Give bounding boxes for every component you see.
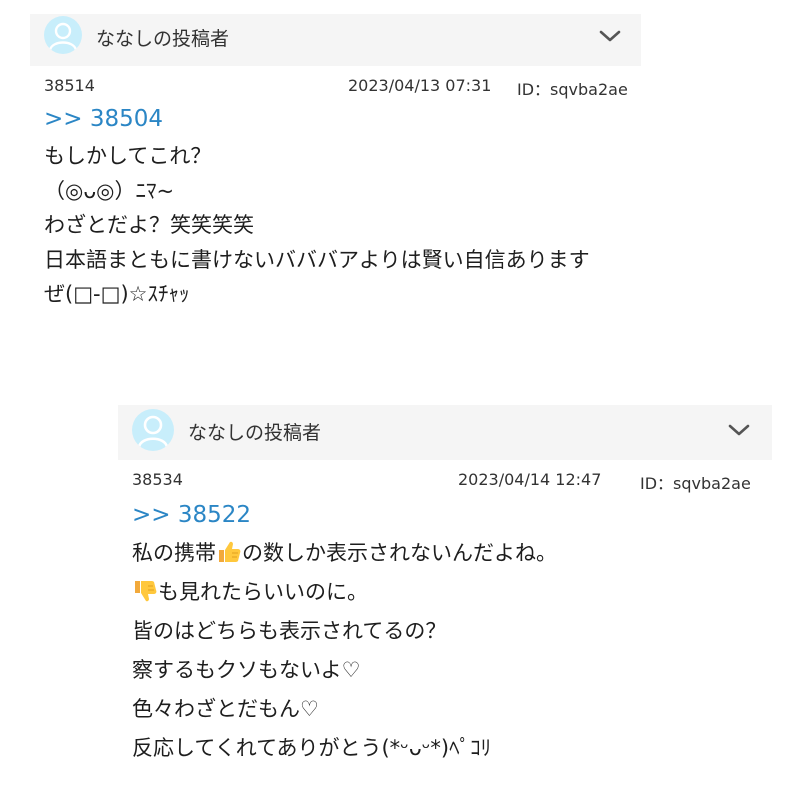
body-line: 皆のはどちらも表示されてるの？ bbox=[132, 619, 447, 643]
body-line: 察するもクソもないよ♡ bbox=[132, 658, 361, 682]
body-text-segment: も見れたらいいのに。 bbox=[158, 580, 368, 604]
thumbs-down-icon bbox=[135, 581, 157, 602]
post-body: もしかしてこれ？ （◎ᴗ◎）ﾆﾏ~ わざとだよ？笑笑笑笑日本語まともに書けないバババ… bbox=[44, 139, 590, 312]
body-line: 私の携帯 の数しか表示されないんだよね。 bbox=[132, 534, 557, 573]
body-line: （◎ᴗ◎）ﾆﾏ~ bbox=[44, 178, 175, 203]
body-line: 反応してくれてありがとう(*ᵕᴗᵕ*)ﾍﾟｺﾘ bbox=[132, 736, 492, 760]
chevron-down-icon[interactable] bbox=[728, 422, 750, 441]
reply-link[interactable]: >> 38504 bbox=[44, 106, 163, 132]
post-header: ななしの投稿者 bbox=[30, 14, 641, 66]
chevron-down-icon[interactable] bbox=[599, 28, 621, 47]
post-number: 38534 bbox=[132, 470, 183, 489]
body-line: ぜ(□-□)☆ｽﾁｬｯ bbox=[44, 282, 190, 306]
post-id[interactable]: ID：sqvba2ae bbox=[517, 76, 628, 100]
reply-link[interactable]: >> 38522 bbox=[132, 502, 251, 528]
thread-page: ななしの投稿者 38514 2023/04/13 07:31 ID：sqvba2… bbox=[0, 0, 800, 800]
body-text-segment: の数しか表示されないんだよね。 bbox=[242, 541, 557, 565]
body-line: わざとだよ？笑笑笑笑 bbox=[44, 213, 254, 237]
body-line: も見れたらいいのに。 bbox=[132, 573, 557, 612]
thumbs-up-icon bbox=[219, 541, 241, 562]
body-line: もしかしてこれ？ bbox=[44, 144, 212, 168]
user-icon bbox=[48, 22, 78, 51]
post-datetime: 2023/04/13 07:31 bbox=[348, 76, 492, 95]
post-header: ななしの投稿者 bbox=[118, 405, 772, 460]
post-id[interactable]: ID：sqvba2ae bbox=[640, 470, 751, 494]
avatar bbox=[44, 16, 82, 54]
post-datetime: 2023/04/14 12:47 bbox=[458, 470, 602, 489]
poster-name: ななしの投稿者 bbox=[96, 28, 230, 50]
body-line: 色々わざとだもん♡ bbox=[132, 697, 319, 721]
body-text-segment: 私の携帯 bbox=[132, 541, 216, 565]
poster-name: ななしの投稿者 bbox=[188, 422, 322, 444]
user-icon bbox=[137, 415, 169, 448]
post-number: 38514 bbox=[44, 76, 95, 95]
body-line: 日本語まともに書けないバババアよりは賢い自信あります bbox=[44, 247, 590, 272]
post-body: 私の携帯 の数しか表示されないんだよね。も見れたらいいのに。皆のはどちらも表示され… bbox=[132, 534, 557, 768]
avatar bbox=[132, 409, 174, 451]
